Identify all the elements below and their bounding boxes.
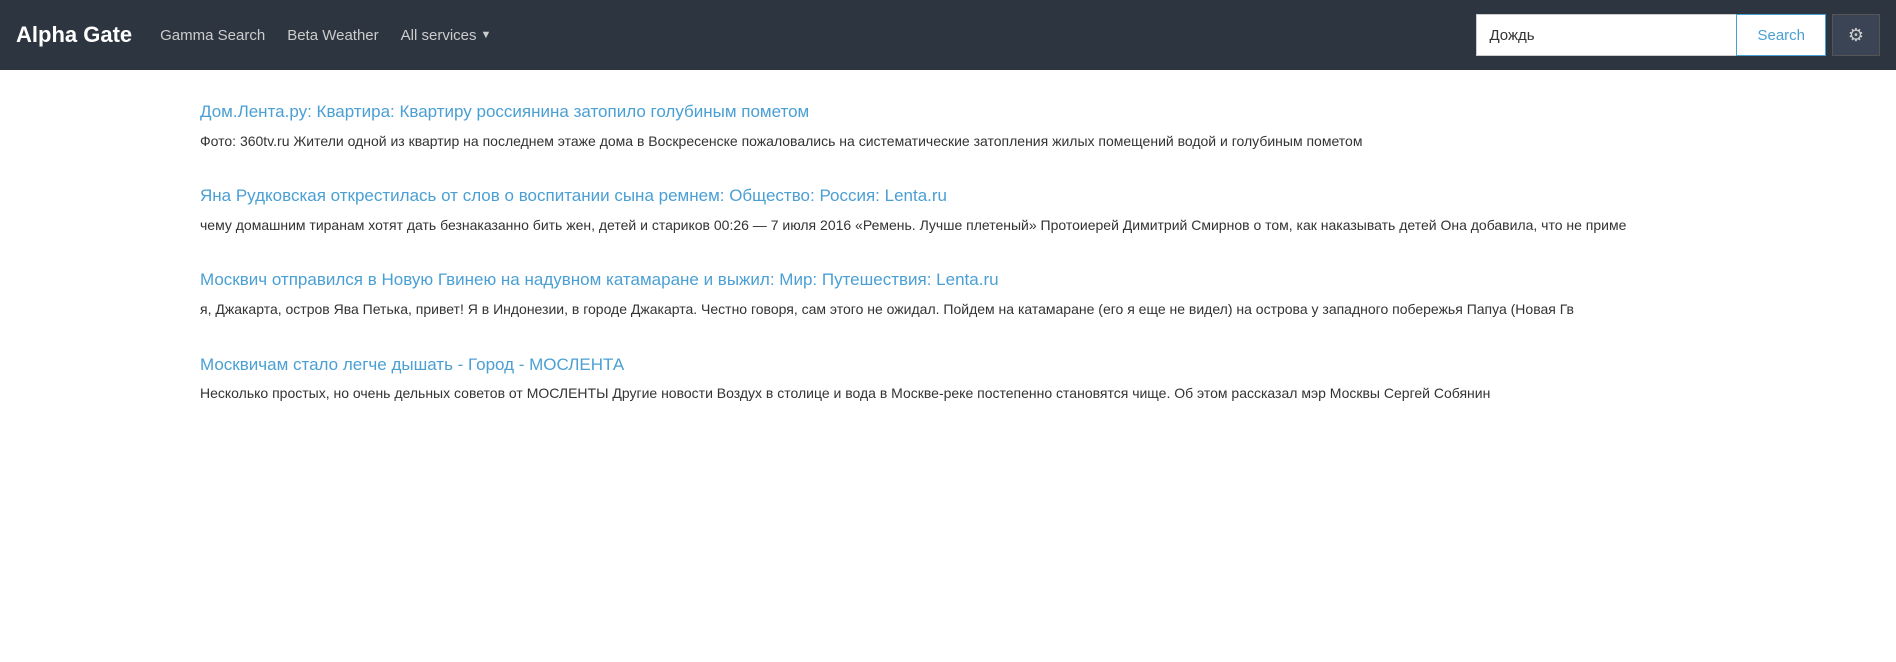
gear-icon: ⚙ — [1848, 25, 1864, 46]
search-input[interactable] — [1476, 14, 1736, 56]
result-description: Несколько простых, но очень дельных сове… — [200, 382, 1696, 404]
result-title[interactable]: Москвич отправился в Новую Гвинею на над… — [200, 268, 1696, 292]
settings-button[interactable]: ⚙ — [1832, 14, 1880, 56]
nav-all-services[interactable]: All services ▼ — [401, 27, 492, 44]
result-description: чему домашним тиранам хотят дать безнака… — [200, 214, 1696, 236]
all-services-label: All services — [401, 27, 477, 44]
result-description: я, Джакарта, остров Ява Петька, привет! … — [200, 298, 1696, 320]
result-title[interactable]: Дом.Лента.ру: Квартира: Квартиру россиян… — [200, 100, 1696, 124]
search-button[interactable]: Search — [1736, 14, 1826, 56]
header-right: Search ⚙ — [1476, 14, 1880, 56]
search-results: Дом.Лента.ру: Квартира: Квартиру россиян… — [0, 70, 1896, 477]
chevron-down-icon: ▼ — [481, 29, 492, 41]
result-description: Фото: 360tv.ru Жители одной из квартир н… — [200, 130, 1696, 152]
result-item: Москвичам стало легче дышать - Город - М… — [200, 353, 1696, 405]
result-item: Дом.Лента.ру: Квартира: Квартиру россиян… — [200, 100, 1696, 152]
logo[interactable]: Alpha Gate — [16, 22, 132, 48]
result-item: Яна Рудковская открестилась от слов о во… — [200, 184, 1696, 236]
result-title[interactable]: Яна Рудковская открестилась от слов о во… — [200, 184, 1696, 208]
result-title[interactable]: Москвичам стало легче дышать - Город - М… — [200, 353, 1696, 377]
header: Alpha Gate Gamma Search Beta Weather All… — [0, 0, 1896, 70]
nav-gamma-search[interactable]: Gamma Search — [160, 27, 265, 44]
nav-beta-weather[interactable]: Beta Weather — [287, 27, 378, 44]
result-item: Москвич отправился в Новую Гвинею на над… — [200, 268, 1696, 320]
